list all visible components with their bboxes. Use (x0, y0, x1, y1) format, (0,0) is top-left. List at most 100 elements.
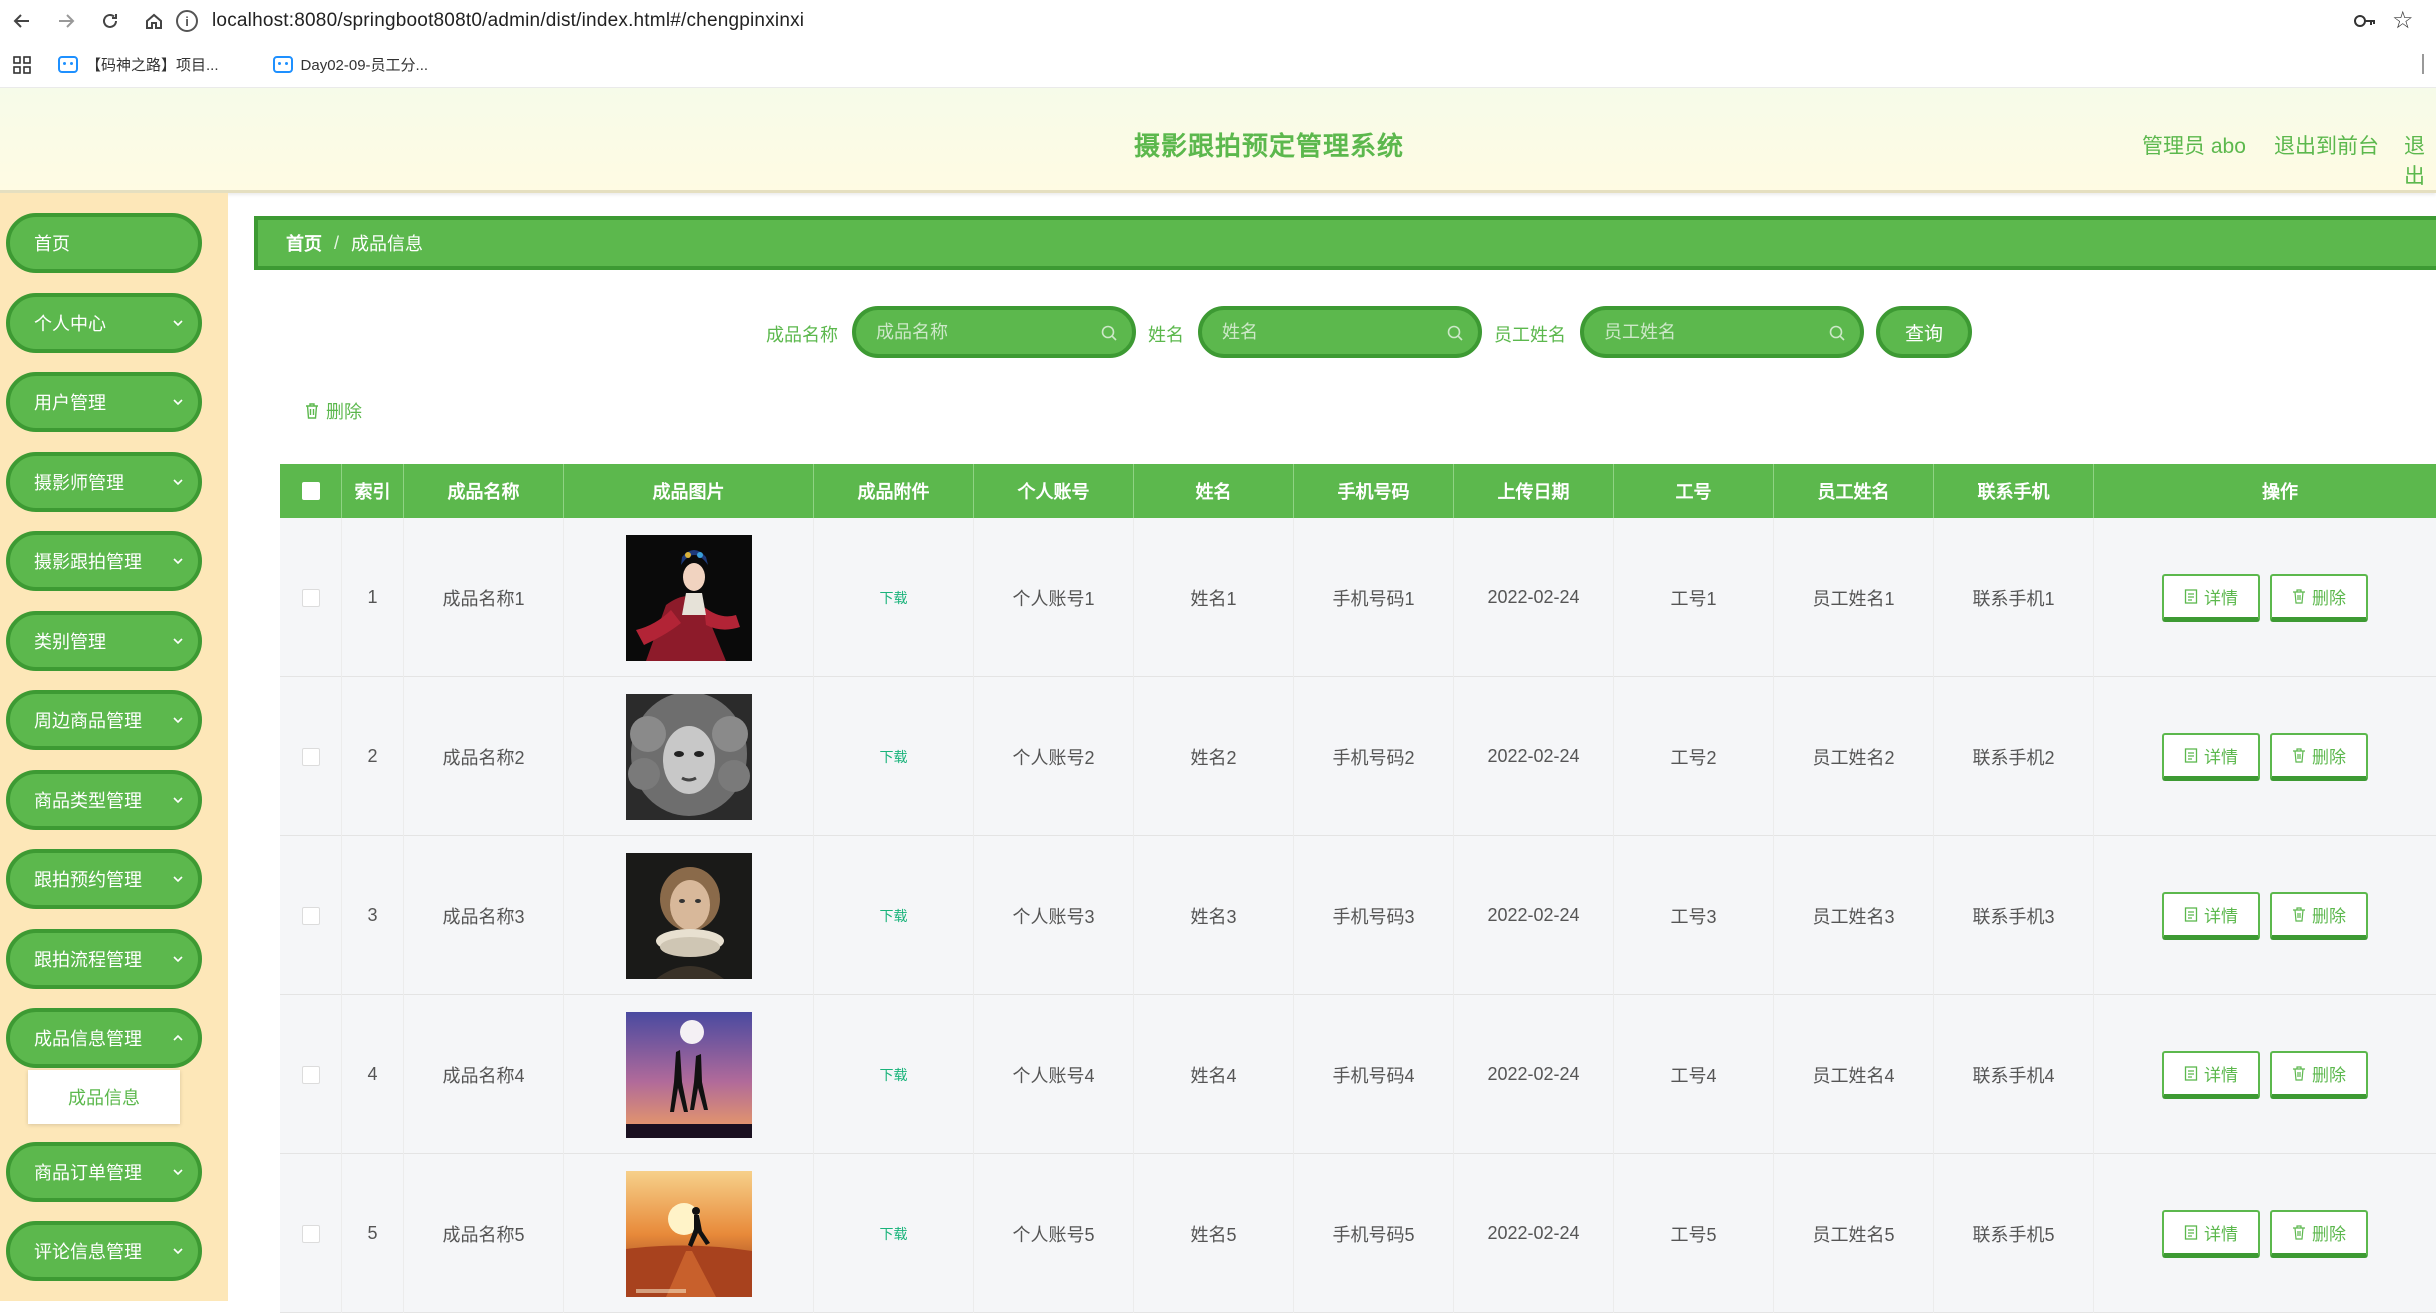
employee-name-search-field[interactable] (1580, 306, 1864, 358)
row-select-cell[interactable] (280, 677, 342, 836)
bookmark-item[interactable]: Day02-09-员工分... (272, 54, 428, 75)
query-button[interactable]: 查询 (1876, 306, 1972, 358)
girl-with-ruff-collar-image (625, 852, 752, 979)
sidebar-item-merch-management[interactable]: 周边商品管理 (6, 690, 202, 750)
product-name-search-field[interactable] (852, 306, 1136, 358)
apps-grid-icon[interactable] (0, 42, 44, 88)
table-row: 3 成品名称3 下载 个人账号3 姓名3 手机号码3 2022-02-24 工号… (280, 836, 2436, 995)
row-select-cell[interactable] (280, 1154, 342, 1313)
detail-button[interactable]: 详情 (2162, 1209, 2260, 1258)
sidebar-item-comment-management[interactable]: 评论信息管理 (6, 1221, 202, 1281)
delete-button[interactable]: 删除 (2270, 1050, 2368, 1099)
cell-index: 3 (342, 836, 404, 995)
sidebar-item-photographer-management[interactable]: 摄影师管理 (6, 452, 202, 512)
search-label-name: 姓名 (1148, 325, 1184, 345)
black-white-portrait-woman-image (625, 693, 752, 820)
sidebar-item-product-info-management[interactable]: 成品信息管理 (6, 1008, 202, 1068)
sidebar-item-shoot-management[interactable]: 摄影跟拍管理 (6, 531, 202, 591)
cell-phone: 手机号码3 (1294, 836, 1454, 995)
detail-button[interactable]: 详情 (2162, 891, 2260, 940)
sidebar-item-home[interactable]: 首页 (6, 213, 202, 273)
cell-employee-name: 员工姓名2 (1774, 677, 1934, 836)
search-label-employee-name: 员工姓名 (1494, 325, 1566, 345)
cell-upload-date: 2022-02-24 (1454, 1154, 1614, 1313)
chevron-down-icon (173, 479, 183, 486)
sidebar-item-category-management[interactable]: 类别管理 (6, 611, 202, 671)
cell-index: 4 (342, 995, 404, 1154)
bookmark-item[interactable]: 【码神之路】项目... (58, 54, 219, 75)
sidebar-item-user-management[interactable]: 用户管理 (6, 372, 202, 432)
sidebar-item-goods-type-management[interactable]: 商品类型管理 (6, 770, 202, 830)
sidebar-item-booking-management[interactable]: 跟拍预约管理 (6, 849, 202, 909)
cell-account: 个人账号1 (974, 518, 1134, 677)
peking-opera-performer-image (625, 534, 752, 661)
forward-arrow-icon[interactable] (44, 0, 88, 42)
row-checkbox[interactable] (301, 906, 320, 925)
download-link[interactable]: 下载 (880, 906, 908, 926)
cell-index: 5 (342, 1154, 404, 1313)
cell-employee-name: 员工姓名3 (1774, 836, 1934, 995)
reload-icon[interactable] (88, 0, 132, 42)
delete-button[interactable]: 删除 (2270, 732, 2368, 781)
header-select-all[interactable] (280, 464, 342, 518)
column-header: 员工姓名 (1774, 464, 1934, 518)
row-checkbox[interactable] (301, 1224, 320, 1243)
home-icon[interactable] (132, 0, 176, 42)
sidebar-subitem-product-info[interactable]: 成品信息 (28, 1070, 180, 1124)
logout-link[interactable]: 退出 (2404, 130, 2436, 190)
admin-user-label: 管理员 abo (2142, 135, 2246, 158)
download-link[interactable]: 下载 (880, 1224, 908, 1244)
batch-delete-button[interactable]: 删除 (304, 398, 362, 424)
row-checkbox[interactable] (301, 747, 320, 766)
table-row: 2 成品名称2 下载 个人账号2 姓名2 手机号码2 2022-02-24 工号… (280, 677, 2436, 836)
cell-upload-date: 2022-02-24 (1454, 836, 1614, 995)
bookmark-star-icon[interactable]: ☆ (2392, 6, 2414, 35)
cell-employee-name: 员工姓名1 (1774, 518, 1934, 677)
cell-product-name: 成品名称1 (404, 518, 564, 677)
chevron-down-icon (173, 797, 183, 804)
detail-button[interactable]: 详情 (2162, 573, 2260, 622)
delete-button[interactable]: 删除 (2270, 891, 2368, 940)
cell-account: 个人账号2 (974, 677, 1134, 836)
product-name-input[interactable] (876, 321, 1096, 343)
column-header: 姓名 (1134, 464, 1294, 518)
cell-phone: 手机号码4 (1294, 995, 1454, 1154)
chevron-down-icon (173, 717, 183, 724)
row-checkbox[interactable] (301, 1065, 320, 1084)
select-all-checkbox[interactable] (301, 482, 320, 500)
delete-button[interactable]: 删除 (2270, 1209, 2368, 1258)
cell-upload-date: 2022-02-24 (1454, 518, 1614, 677)
row-select-cell[interactable] (280, 836, 342, 995)
cell-employee-name: 员工姓名4 (1774, 995, 1934, 1154)
site-info-icon[interactable]: i (176, 10, 198, 32)
delete-button[interactable]: 删除 (2270, 573, 2368, 622)
cell-index: 1 (342, 518, 404, 677)
employee-name-input[interactable] (1604, 321, 1824, 343)
row-select-cell[interactable] (280, 995, 342, 1154)
name-input[interactable] (1222, 321, 1442, 343)
chevron-down-icon (173, 399, 183, 406)
row-checkbox[interactable] (301, 588, 320, 607)
key-icon[interactable] (2352, 8, 2378, 34)
document-icon (2184, 747, 2198, 763)
sidebar-item-personal-center[interactable]: 个人中心 (6, 293, 202, 353)
row-select-cell[interactable] (280, 518, 342, 677)
detail-button[interactable]: 详情 (2162, 1050, 2260, 1099)
download-link[interactable]: 下载 (880, 1065, 908, 1085)
breadcrumb-home[interactable]: 首页 (286, 230, 322, 256)
address-bar[interactable]: i localhost:8080/springboot808t0/admin/d… (176, 4, 2376, 38)
download-link[interactable]: 下载 (880, 747, 908, 767)
sidebar-item-process-management[interactable]: 跟拍流程管理 (6, 929, 202, 989)
back-arrow-icon[interactable] (0, 0, 44, 42)
download-link[interactable]: 下载 (880, 588, 908, 608)
sidebar-item-goods-order-management[interactable]: 商品订单管理 (6, 1142, 202, 1202)
cell-upload-date: 2022-02-24 (1454, 677, 1614, 836)
cell-upload-date: 2022-02-24 (1454, 995, 1614, 1154)
cell-actions: 详情 删除 (2094, 677, 2436, 836)
cell-attachment: 下载 (814, 518, 974, 677)
name-search-field[interactable] (1198, 306, 1482, 358)
document-icon (2184, 906, 2198, 922)
detail-button[interactable]: 详情 (2162, 732, 2260, 781)
trash-icon (2293, 906, 2305, 922)
exit-to-front-link[interactable]: 退出到前台 (2274, 130, 2379, 160)
